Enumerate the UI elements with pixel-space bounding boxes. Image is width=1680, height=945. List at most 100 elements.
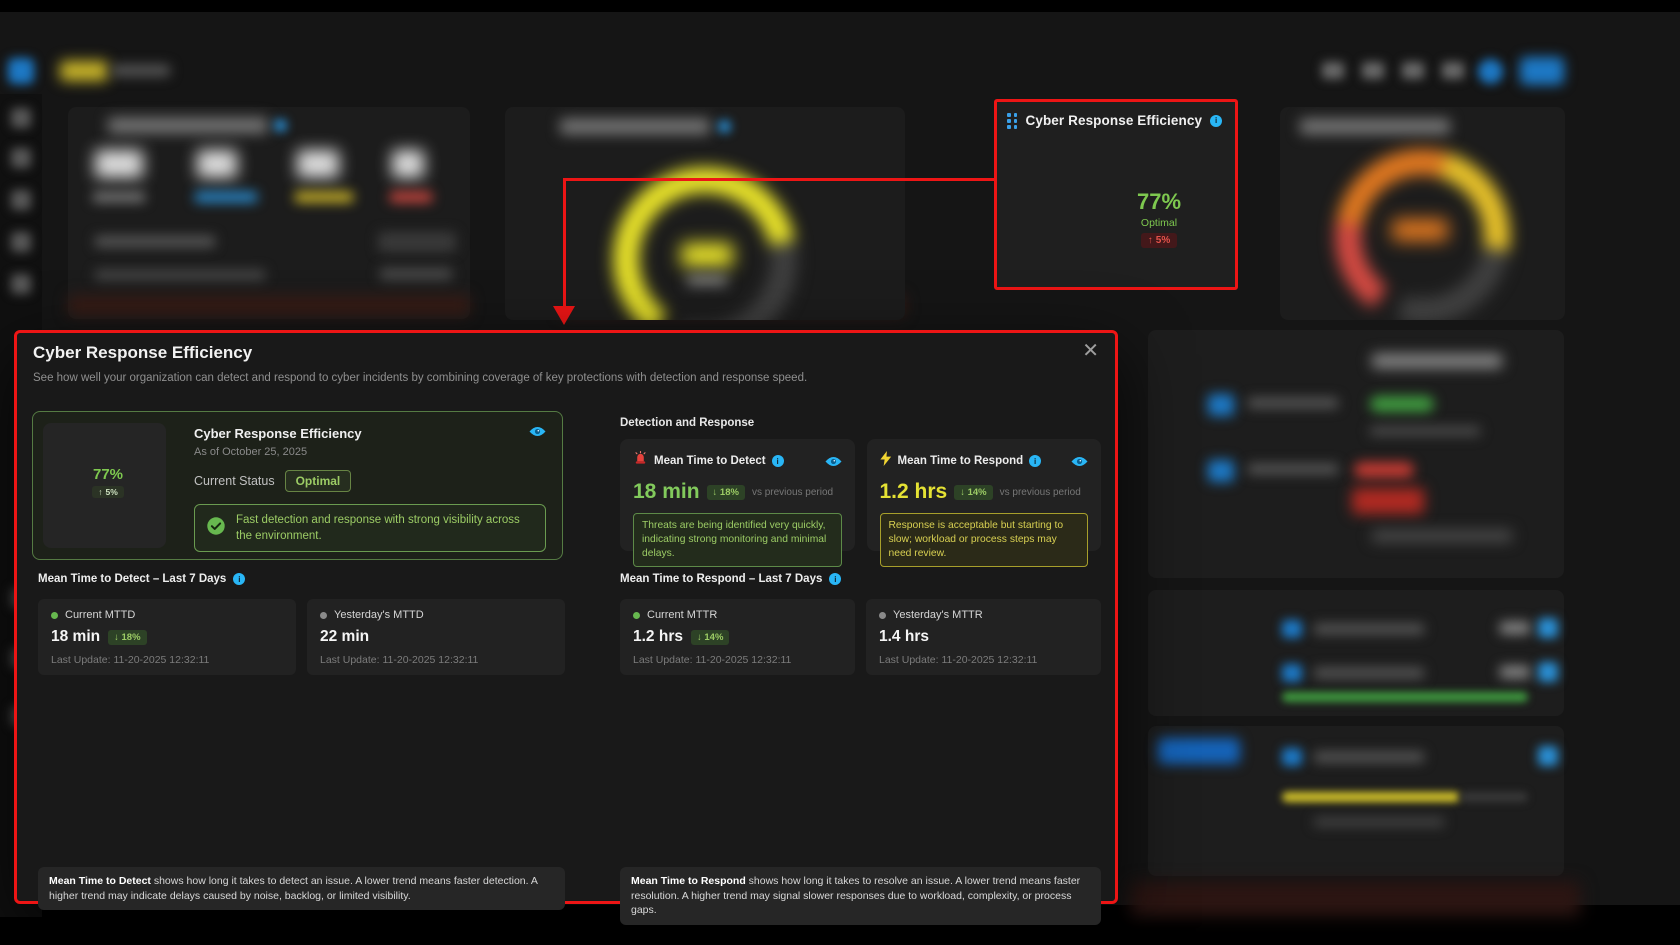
- mttr-kpi-card: Mean Time to Respond 1.2 hrs ↓ 14% vs pr…: [867, 439, 1102, 551]
- current-mttr-card: Current MTTR 1.2 hrs ↓ 14% Last Update: …: [620, 599, 855, 675]
- blurred-blob: [1248, 398, 1338, 408]
- blurred-blob: [8, 58, 34, 84]
- stat-delta-badge: ↓ 18%: [108, 630, 146, 645]
- blurred-blob: [1208, 460, 1234, 482]
- mttd-kpi-card: Mean Time to Detect 18 min ↓ 18% vs prev…: [620, 439, 855, 551]
- blurred-blob: [378, 232, 456, 252]
- blurred-blob: [11, 274, 31, 294]
- blurred-blob: [1460, 792, 1528, 802]
- mttr-trend-section: Mean Time to Respond – Last 7 Days Curre…: [620, 573, 1101, 907]
- blurred-blob: [1158, 738, 1240, 764]
- lightning-icon: [880, 451, 892, 471]
- blurred-blob: [60, 61, 108, 81]
- badge-check-icon: [205, 515, 227, 542]
- blurred-blob: [1282, 664, 1302, 682]
- summary-gauge: 77% ↑ 5%: [50, 429, 166, 540]
- blurred-blob: [1352, 488, 1424, 514]
- compare-label: vs previous period: [752, 487, 833, 498]
- stat-label: Yesterday's MTTR: [893, 609, 983, 621]
- blurred-blob: [1538, 618, 1558, 638]
- blurred-blob: [1370, 396, 1434, 412]
- mttr-section-heading: Mean Time to Respond – Last 7 Days: [620, 573, 822, 585]
- stat-label: Current MTTR: [647, 609, 717, 621]
- mttr-delta-badge: ↓ 14%: [954, 485, 992, 500]
- blurred-blob: [11, 148, 31, 168]
- delta-arrow-icon: ↑: [98, 487, 102, 497]
- green-dot-icon: [633, 612, 640, 619]
- eye-icon[interactable]: [529, 426, 546, 437]
- drag-handle-icon[interactable]: [1007, 113, 1018, 129]
- blurred-blob: [95, 150, 143, 178]
- current-mttd-card: Current MTTD 18 min ↓ 18% Last Update: 1…: [38, 599, 296, 675]
- blurred-blob: [1478, 59, 1503, 84]
- blurred-blob: [68, 295, 470, 316]
- info-icon[interactable]: [772, 455, 784, 467]
- mttr-value: 1.2 hrs: [880, 480, 948, 504]
- gray-dot-icon: [879, 612, 886, 619]
- blurred-blob: [1282, 620, 1302, 638]
- gauge-delta-badge: ↑ 5%: [92, 486, 124, 498]
- summary-body: Cyber Response Efficiency As of October …: [166, 412, 562, 559]
- status-badge: Optimal: [285, 470, 352, 492]
- mttr-footer-note: Mean Time to Respond shows how long it t…: [620, 867, 1101, 925]
- annotation-arrow-down-icon: [553, 306, 575, 325]
- mttr-label: Mean Time to Respond: [898, 455, 1024, 467]
- blurred-blob: [1282, 692, 1528, 702]
- blurred-blob: [197, 150, 237, 178]
- last-update: Last Update: 11-20-2025 12:32:11: [879, 654, 1088, 666]
- blurred-blob: [687, 275, 727, 285]
- stat-value: 1.4 hrs: [879, 628, 929, 646]
- widget-header: Cyber Response Efficiency: [997, 102, 1235, 129]
- blurred-blob: [11, 190, 31, 210]
- blurred-blob: [1322, 62, 1344, 79]
- mttd-footer-note: Mean Time to Detect shows how long it ta…: [38, 867, 565, 910]
- blurred-blob: [68, 107, 470, 319]
- cyber-response-efficiency-modal: Cyber Response Efficiency See how well y…: [14, 330, 1118, 904]
- info-icon[interactable]: [233, 573, 245, 585]
- last-update: Last Update: 11-20-2025 12:32:11: [633, 654, 842, 666]
- mttd-section-heading: Mean Time to Detect – Last 7 Days: [38, 573, 226, 585]
- stat-value: 22 min: [320, 628, 369, 646]
- blurred-blob: [1372, 354, 1502, 368]
- gray-dot-icon: [320, 612, 327, 619]
- eye-icon[interactable]: [825, 456, 842, 467]
- summary-message: Fast detection and response with strong …: [236, 512, 535, 544]
- gauge-status: Optimal: [1141, 217, 1177, 229]
- blurred-blob: [1392, 219, 1448, 241]
- blurred-blob: [1314, 668, 1424, 678]
- stat-label: Current MTTD: [65, 609, 135, 621]
- summary-as-of: As of October 25, 2025: [194, 446, 546, 458]
- mttr-message: Response is acceptable but starting to s…: [880, 513, 1089, 567]
- screen: Cyber Response Efficiency 77% Optimal ↑ …: [0, 0, 1680, 945]
- footer-lead: Mean Time to Respond: [631, 875, 746, 887]
- info-icon[interactable]: [1210, 115, 1222, 127]
- siren-icon: [633, 451, 648, 471]
- blurred-blob: [11, 108, 31, 128]
- info-icon[interactable]: [829, 573, 841, 585]
- blurred-blob: [1500, 666, 1530, 678]
- close-button[interactable]: ✕: [1082, 341, 1099, 361]
- gauge-value: 77%: [1137, 189, 1181, 215]
- blurred-blob: [718, 120, 731, 133]
- mttd-trend-section: Mean Time to Detect – Last 7 Days Curren…: [38, 573, 565, 907]
- blurred-blob: [93, 192, 145, 202]
- gauge-center: 77% Optimal ↑ 5%: [1085, 189, 1233, 248]
- blurred-blob: [95, 270, 265, 280]
- blurred-blob: [1314, 752, 1424, 762]
- blurred-blob: [11, 232, 31, 252]
- modal-subtitle: See how well your organization can detec…: [33, 372, 1013, 384]
- modal-title: Cyber Response Efficiency: [33, 343, 252, 363]
- eye-icon[interactable]: [1071, 456, 1088, 467]
- efficiency-gauge: 77% Optimal ↑ 5%: [1085, 138, 1233, 280]
- compare-label: vs previous period: [1000, 487, 1081, 498]
- gauge-delta-badge: ↑ 5%: [1141, 233, 1177, 248]
- mttd-value: 18 min: [633, 480, 700, 504]
- mttd-delta-badge: ↓ 18%: [707, 485, 745, 500]
- blurred-blob: [1130, 882, 1580, 916]
- blurred-blob: [112, 65, 170, 76]
- info-icon[interactable]: [1029, 455, 1041, 467]
- blurred-blob: [380, 268, 452, 280]
- blurred-blob: [1370, 426, 1480, 436]
- blurred-blob: [1500, 622, 1530, 634]
- blurred-blob: [1442, 62, 1464, 79]
